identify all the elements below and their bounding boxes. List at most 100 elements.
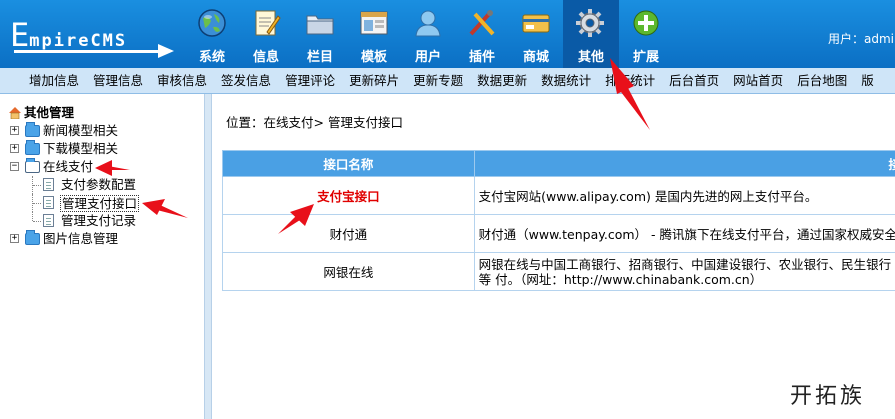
submenu-update-fragments[interactable]: 更新碎片: [342, 68, 406, 93]
nav-column[interactable]: 栏目: [293, 0, 347, 68]
main-content: 位置：在线支付> 管理支付接口 接口名称 接 支付宝接口 支付宝网站(www.a…: [212, 94, 895, 419]
tree-node-online-payment[interactable]: − 在线支付: [8, 158, 93, 176]
submenu-sign-info[interactable]: 签发信息: [214, 68, 278, 93]
tree-node-label: 图片信息管理: [43, 231, 119, 246]
payment-api-desc-cell: 网银在线与中国工商银行、招商银行、中国建设银行、农业银行、民生银行等 付。（网址…: [473, 252, 895, 291]
tree-leaf-manage-payment-api[interactable]: 管理支付接口: [8, 194, 140, 212]
nav-template[interactable]: 模板: [347, 0, 401, 68]
breadcrumb-current-link[interactable]: 管理支付接口: [328, 115, 403, 130]
user-label: 用户：: [828, 32, 865, 46]
nav-label: 插件: [468, 50, 495, 65]
folder-icon: [25, 122, 40, 137]
breadcrumb-separator: >: [313, 115, 328, 130]
user-icon: [415, 10, 441, 37]
tree-leaf-label: 管理支付接口: [60, 195, 140, 212]
tree-root-label: 其他管理: [24, 105, 75, 120]
submenu-review-info[interactable]: 审核信息: [150, 68, 214, 93]
payment-api-name-link[interactable]: 财付通: [222, 214, 475, 253]
nav-label: 其他: [577, 50, 604, 65]
logo-rest: mpireCMS: [29, 31, 128, 51]
tree-leaf-label: 管理支付记录: [61, 213, 137, 228]
folder-icon: [25, 230, 40, 245]
logo-underline: [14, 50, 164, 53]
tree-connector: [33, 203, 41, 204]
nav-plugin[interactable]: 插件: [455, 0, 509, 68]
breadcrumb-parent-link[interactable]: 在线支付: [264, 115, 314, 130]
pane-splitter[interactable]: [204, 94, 212, 419]
tree-node-news-model[interactable]: + 新闻模型相关: [8, 122, 118, 140]
logo-first-letter: E: [10, 16, 30, 54]
username-link[interactable]: admin: [864, 32, 895, 46]
nav-other[interactable]: 其他: [563, 0, 619, 68]
submenu-add-info[interactable]: 增加信息: [22, 68, 86, 93]
left-tree-pane: 其他管理 + 新闻模型相关 + 下载模型相关 − 在线支付 支付参数配置 管理支…: [0, 94, 204, 419]
plus-icon: [633, 10, 659, 36]
gear-icon: [576, 9, 604, 37]
open-folder-icon: [25, 158, 40, 173]
submenu-data-stats[interactable]: 数据统计: [534, 68, 598, 93]
nav-label: 模板: [360, 50, 387, 65]
folder-icon: [306, 15, 334, 35]
nav-label: 扩展: [632, 50, 659, 65]
empirecms-logo[interactable]: EmpireCMS: [6, 10, 176, 60]
main-nav: 系统 信息 栏目 模板 用户 插件 商城 其他 扩展: [185, 0, 673, 68]
submenu-admin-map[interactable]: 后台地图: [790, 68, 854, 93]
nav-label: 栏目: [306, 50, 333, 65]
sub-menu-bar: 增加信息 管理信息 审核信息 签发信息 管理评论 更新碎片 更新专题 数据更新 …: [0, 68, 895, 94]
submenu-data-update[interactable]: 数据更新: [470, 68, 534, 93]
tree-node-label: 在线支付: [43, 159, 94, 174]
tree-node-label: 新闻模型相关: [43, 123, 119, 138]
nav-info[interactable]: 信息: [239, 0, 293, 68]
submenu-update-topics[interactable]: 更新专题: [406, 68, 470, 93]
notepad-icon: [255, 10, 281, 36]
nav-label: 用户: [414, 50, 441, 65]
nav-shop[interactable]: 商城: [509, 0, 563, 68]
table-row: 网银在线 网银在线与中国工商银行、招商银行、中国建设银行、农业银行、民生银行等 …: [222, 252, 895, 291]
tree-connector: [33, 221, 41, 222]
document-icon: [43, 214, 54, 227]
payment-api-name-link[interactable]: 支付宝接口: [222, 176, 475, 215]
document-icon: [43, 196, 54, 209]
tree-node-download-model[interactable]: + 下载模型相关: [8, 140, 118, 158]
tree-leaf-payment-config[interactable]: 支付参数配置: [8, 176, 136, 194]
column-header-desc: 接: [473, 150, 895, 177]
tree-node-image-info[interactable]: + 图片信息管理: [8, 230, 118, 248]
user-info: 用户：admin: [828, 30, 895, 47]
expand-icon[interactable]: +: [10, 234, 19, 243]
payment-api-desc: 支付宝网站(www.alipay.com) 是国内先进的网上支付平台。: [473, 176, 895, 215]
tree-leaf-label: 支付参数配置: [61, 177, 137, 192]
table-row: 支付宝接口 支付宝网站(www.alipay.com) 是国内先进的网上支付平台…: [222, 176, 895, 215]
nav-extend[interactable]: 扩展: [619, 0, 673, 68]
expand-icon[interactable]: +: [10, 144, 19, 153]
submenu-manage-info[interactable]: 管理信息: [86, 68, 150, 93]
submenu-ranking-stats[interactable]: 排行统计: [598, 68, 662, 93]
globe-icon: [198, 9, 226, 37]
nav-system[interactable]: 系统: [185, 0, 239, 68]
payment-api-name-link[interactable]: 网银在线: [222, 252, 475, 291]
expand-icon[interactable]: +: [10, 126, 19, 135]
template-window-icon: [360, 11, 388, 35]
tree-root[interactable]: 其他管理: [8, 104, 74, 122]
shop-card-icon: [522, 14, 550, 33]
top-header: EmpireCMS 系统 信息 栏目 模板 用户 插件 商城 其他 扩展 用户：…: [0, 0, 895, 68]
payment-api-desc: 财付通（www.tenpay.com） - 腾讯旗下在线支付平台，通过国家权威安…: [473, 214, 895, 253]
submenu-site-home[interactable]: 网站首页: [726, 68, 790, 93]
breadcrumb: 位置：在线支付> 管理支付接口: [226, 112, 403, 131]
plugin-tools-icon: [469, 10, 495, 36]
collapse-icon[interactable]: −: [10, 162, 19, 171]
tree-node-label: 下载模型相关: [43, 141, 119, 156]
nav-user[interactable]: 用户: [401, 0, 455, 68]
nav-label: 系统: [198, 50, 225, 65]
breadcrumb-prefix: 位置：: [226, 115, 264, 130]
tree-connector: [32, 212, 33, 221]
submenu-admin-home[interactable]: 后台首页: [662, 68, 726, 93]
watermark-text: 开拓族: [790, 384, 866, 409]
home-icon: [9, 107, 21, 119]
submenu-manage-comments[interactable]: 管理评论: [278, 68, 342, 93]
submenu-version[interactable]: 版: [854, 68, 881, 93]
tree-leaf-manage-payment-records[interactable]: 管理支付记录: [8, 212, 136, 230]
menu-tree: 其他管理 + 新闻模型相关 + 下载模型相关 − 在线支付 支付参数配置 管理支…: [8, 104, 140, 248]
logo-arrow-icon: [158, 44, 174, 58]
document-icon: [43, 178, 54, 191]
nav-label: 信息: [252, 50, 279, 65]
